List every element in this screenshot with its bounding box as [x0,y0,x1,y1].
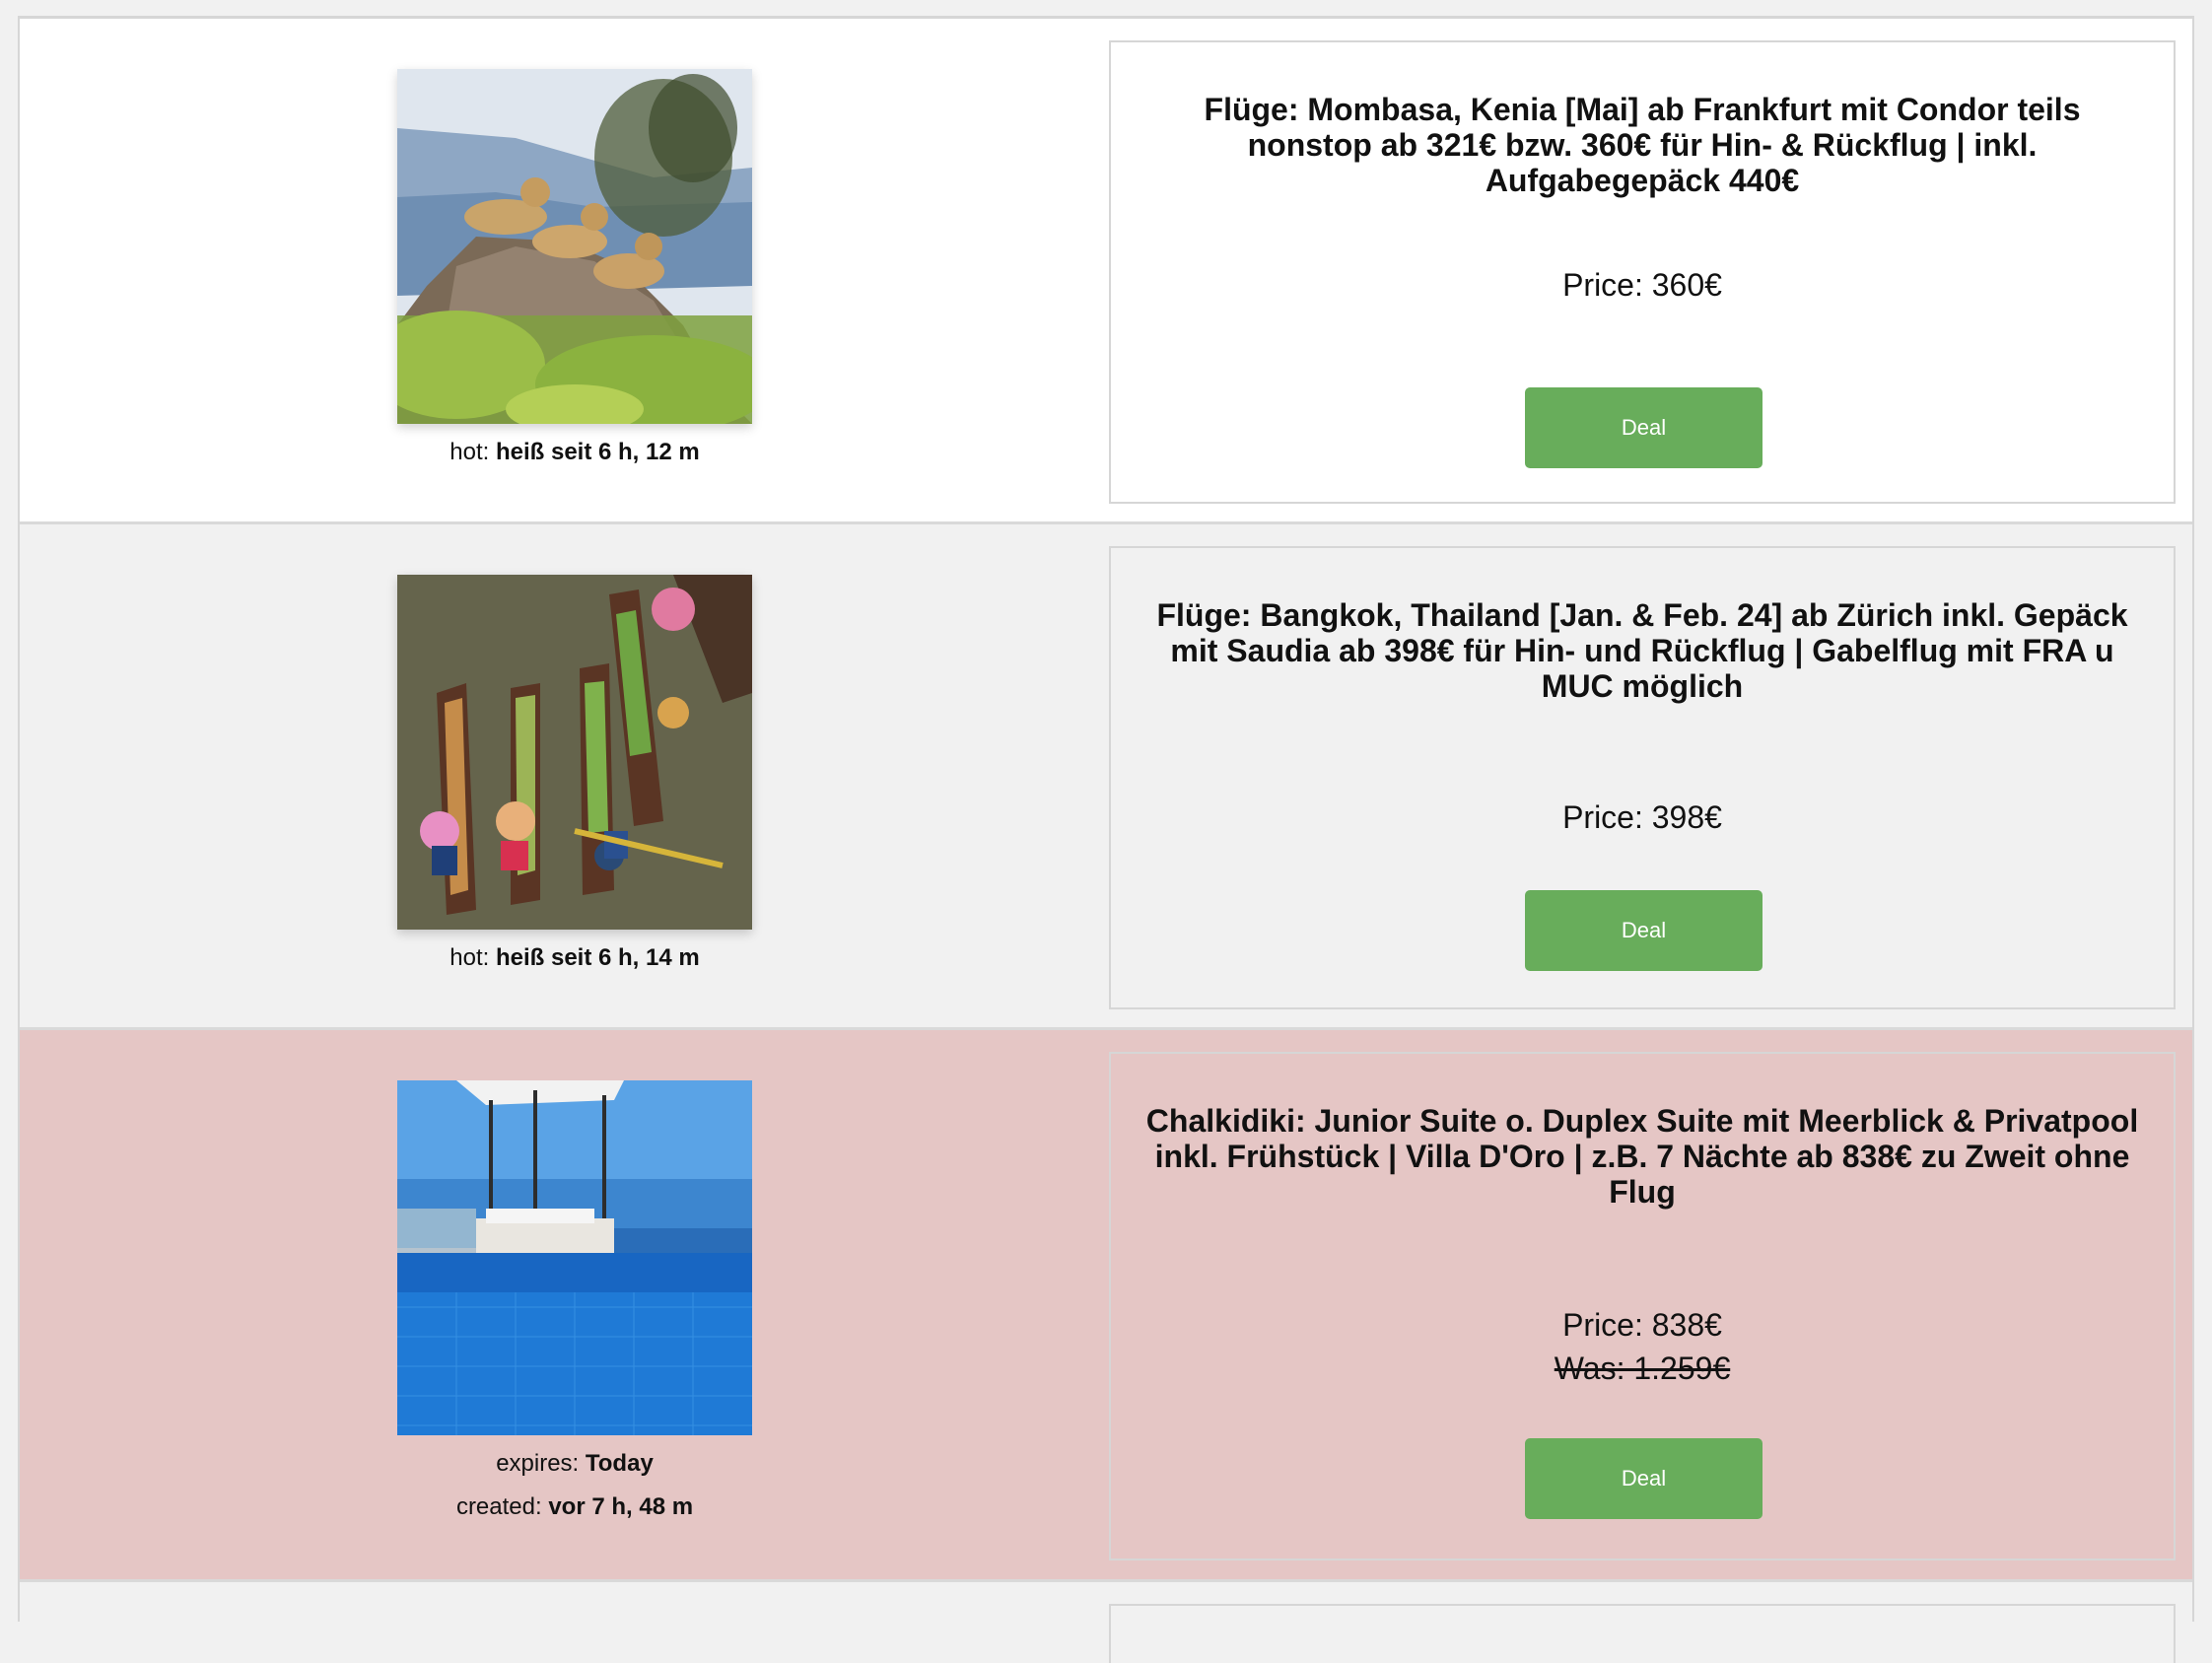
deal-button[interactable]: Deal [1525,387,1763,468]
deal-image-floating-market[interactable] [397,575,752,930]
created-value: vor 7 h, 48 m [548,1493,694,1520]
thumbnail-column: hot: heiß seit 6 h, 12 m [20,19,1109,521]
deal-title[interactable]: Flüge: Mombasa, Kenia [Mai] ab Frankfurt… [1141,92,2144,198]
deal-price: Price: 398€ [1562,799,1722,835]
deal-was-price: Was: 1.259€ [1554,1351,1731,1386]
expires-status: expires: Today [397,1450,752,1478]
thumbnail-column: hot: heiß seit 6 h, 14 m [20,524,1109,1027]
expires-label: expires: [496,1450,586,1477]
deal-row-partial [20,1582,2192,1663]
deal-info-box: Chalkidiki: Junior Suite o. Duplex Suite… [1109,1052,2176,1560]
deal-info-box: Flüge: Mombasa, Kenia [Mai] ab Frankfurt… [1109,40,2176,504]
deal-price: Price: 360€ [1562,267,1722,303]
deal-image-lions[interactable] [397,69,752,424]
hot-label: hot: [449,439,496,465]
deal-image-pool[interactable] [397,1080,752,1435]
deal-row: hot: heiß seit 6 h, 14 m Flüge: Bangkok,… [20,524,2192,1030]
deal-info-box [1109,1604,2176,1663]
deals-list: hot: heiß seit 6 h, 12 m Flüge: Mombasa,… [18,16,2194,1663]
deal-title[interactable]: Chalkidiki: Junior Suite o. Duplex Suite… [1141,1103,2144,1210]
hot-label: hot: [449,944,496,971]
created-label: created: [455,1493,549,1520]
expires-value: Today [585,1450,654,1477]
created-status: created: vor 7 h, 48 m [397,1493,752,1521]
hot-value: heiß seit 6 h, 14 m [495,944,700,971]
hot-value: heiß seit 6 h, 12 m [495,439,700,465]
deal-button[interactable]: Deal [1525,890,1763,971]
hot-status: hot: heiß seit 6 h, 14 m [397,944,752,972]
thumbnail-column: expires: Today created: vor 7 h, 48 m [20,1030,1109,1579]
deal-title[interactable]: Flüge: Bangkok, Thailand [Jan. & Feb. 24… [1141,597,2144,704]
deal-row: hot: heiß seit 6 h, 12 m Flüge: Mombasa,… [20,19,2192,524]
deal-price: Price: 838€ [1562,1307,1722,1343]
hot-status: hot: heiß seit 6 h, 12 m [397,439,752,466]
deal-row-expired: expires: Today created: vor 7 h, 48 m Ch… [20,1030,2192,1582]
deal-button[interactable]: Deal [1525,1438,1763,1519]
deal-info-box: Flüge: Bangkok, Thailand [Jan. & Feb. 24… [1109,546,2176,1009]
